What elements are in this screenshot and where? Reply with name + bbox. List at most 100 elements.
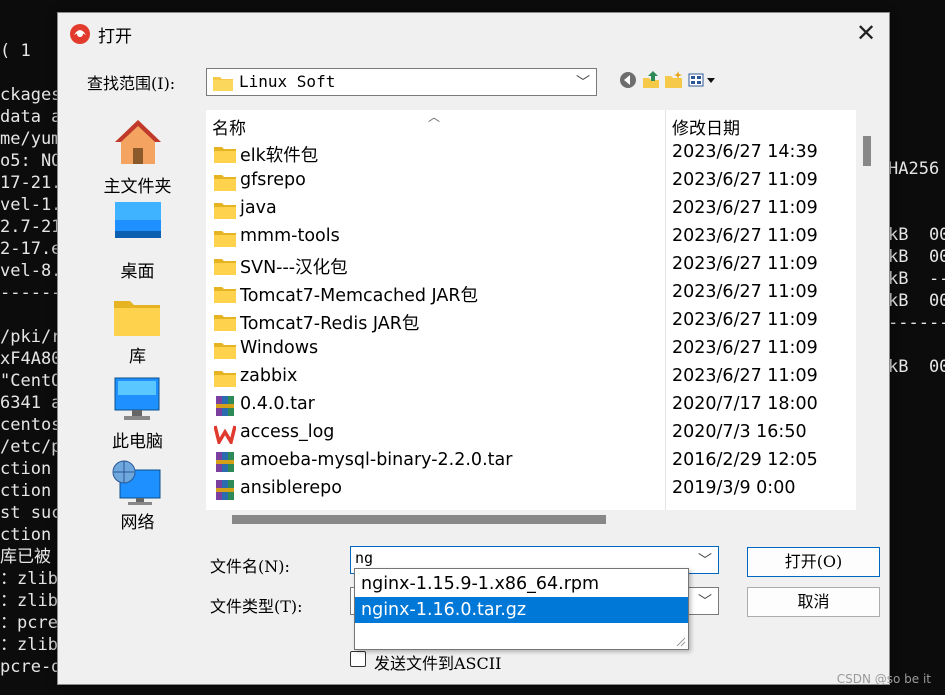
- file-row[interactable]: amoeba-mysql-binary-2.2.0.tar 2016/2/29 1…: [206, 448, 856, 476]
- open-button[interactable]: 打开(O): [747, 547, 880, 577]
- library-folder-icon: [114, 301, 160, 336]
- dialog-title: 打开: [98, 27, 132, 47]
- terminal-line: ：zlib: [0, 591, 58, 611]
- vertical-scrollbar[interactable]: [856, 110, 876, 510]
- file-name: mmm-tools: [240, 226, 340, 246]
- place-label: 网络: [120, 513, 155, 533]
- terminal-line-right: HA256: [888, 159, 940, 179]
- file-row[interactable]: Tomcat7-Memcached JAR包 2023/6/27 11:09: [206, 280, 856, 308]
- file-date: 2020/7/17 18:00: [672, 394, 818, 414]
- close-button[interactable]: ✕: [843, 13, 889, 53]
- terminal-line: st suc: [0, 503, 62, 523]
- place-label: 桌面: [120, 262, 155, 282]
- folder-icon: [214, 287, 236, 303]
- archive-icon: [216, 396, 234, 416]
- new-folder-icon[interactable]: [664, 70, 684, 90]
- place-label: 库: [129, 347, 146, 367]
- close-icon: ✕: [855, 19, 877, 47]
- terminal-line-right: kB 00: [888, 291, 945, 311]
- file-date: 2023/6/27 14:39: [672, 142, 818, 162]
- terminal-line: ( 1: [0, 41, 41, 61]
- places-bar: 主文件夹 桌面 库 此电脑 网络: [76, 110, 199, 533]
- file-name: Windows: [240, 338, 319, 358]
- place-label: 此电脑: [112, 432, 163, 452]
- folder-icon: [214, 147, 236, 163]
- file-row[interactable]: 0.4.0.tar 2020/7/17 18:00: [206, 392, 856, 420]
- terminal-line: /pki/r: [0, 327, 62, 347]
- terminal-line: ：zlib: [0, 635, 58, 655]
- folder-icon: [214, 315, 236, 331]
- look-in-value: Linux Soft: [239, 72, 336, 91]
- file-row[interactable]: elk软件包 2023/6/27 14:39: [206, 140, 856, 168]
- file-date: 2023/6/27 11:09: [672, 226, 818, 246]
- file-row[interactable]: Tomcat7-Redis JAR包 2023/6/27 11:09: [206, 308, 856, 336]
- file-name: java: [240, 198, 277, 218]
- send-ascii-checkbox[interactable]: [350, 651, 366, 667]
- file-date: 2023/6/27 11:09: [672, 366, 818, 386]
- file-name: amoeba-mysql-binary-2.2.0.tar: [240, 450, 513, 470]
- file-date: 2019/3/9 0:00: [672, 478, 796, 498]
- file-name: access_log: [240, 422, 335, 442]
- folder-icon: [214, 175, 236, 191]
- file-name: 0.4.0.tar: [240, 394, 315, 414]
- terminal-line: ction: [0, 481, 62, 501]
- file-row[interactable]: Windows 2023/6/27 11:09: [206, 336, 856, 364]
- horizontal-scrollbar[interactable]: [206, 510, 856, 530]
- title-bar[interactable]: 打开 ✕: [58, 13, 889, 53]
- terminal-line-right: ------: [888, 313, 945, 333]
- folder-icon: [214, 371, 236, 387]
- vertical-scroll-thumb[interactable]: [863, 136, 871, 166]
- network-icon: [112, 460, 161, 505]
- terminal-line-right: kB 00: [888, 357, 945, 377]
- app-logo-icon: [70, 24, 90, 44]
- terminal-line: o5: NO: [0, 151, 62, 171]
- filename-label: 文件名(N):: [210, 557, 290, 576]
- filename-value: ng: [355, 549, 374, 567]
- back-icon[interactable]: [618, 70, 638, 90]
- terminal-line: vel-1.: [0, 195, 62, 215]
- file-name: SVN---汉化包: [240, 258, 348, 278]
- terminal-line: xF4A80: [0, 349, 62, 369]
- chevron-down-icon[interactable]: ﹀: [576, 72, 590, 92]
- file-row[interactable]: java 2023/6/27 11:09: [206, 196, 856, 224]
- terminal-line: ckages: [0, 85, 62, 105]
- filetype-label: 文件类型(T):: [210, 597, 303, 616]
- desktop-icon: [115, 202, 161, 238]
- chevron-down-icon[interactable]: ﹀: [698, 591, 712, 611]
- send-ascii-label: 发送文件到ASCII: [374, 654, 502, 673]
- resize-grip-icon[interactable]: [674, 635, 686, 647]
- file-row[interactable]: zabbix 2023/6/27 11:09: [206, 364, 856, 392]
- terminal-line: data a: [0, 107, 62, 127]
- horizontal-scroll-thumb[interactable]: [232, 515, 606, 524]
- archive-icon: [216, 480, 234, 500]
- file-name: elk软件包: [240, 146, 319, 166]
- home-icon: [115, 120, 161, 164]
- terminal-line: 17-21.: [0, 173, 62, 193]
- file-row[interactable]: SVN---汉化包 2023/6/27 11:09: [206, 252, 856, 280]
- file-row[interactable]: mmm-tools 2023/6/27 11:09: [206, 224, 856, 252]
- file-date: 2023/6/27 11:09: [672, 282, 818, 302]
- terminal-line: ction: [0, 525, 62, 545]
- sort-ascending-icon: ︿: [428, 110, 441, 124]
- view-menu-icon[interactable]: [687, 70, 719, 90]
- column-header-name[interactable]: 名称: [212, 114, 246, 139]
- autocomplete-item-selected[interactable]: nginx-1.16.0.tar.gz: [355, 597, 688, 623]
- terminal-line: 2-17.e: [0, 239, 62, 259]
- cancel-button[interactable]: 取消: [747, 587, 880, 617]
- folder-icon: [213, 77, 233, 91]
- autocomplete-item[interactable]: nginx-1.15.9-1.x86_64.rpm: [355, 571, 688, 597]
- look-in-combo[interactable]: Linux Soft ﹀: [206, 68, 597, 96]
- terminal-line: vel-8.: [0, 261, 62, 281]
- terminal-line: "CentO: [0, 371, 62, 391]
- file-row[interactable]: gfsrepo 2023/6/27 11:09: [206, 168, 856, 196]
- column-header-date[interactable]: 修改日期: [672, 114, 740, 139]
- file-list[interactable]: ︿ 名称 修改日期 elk软件包 2023/6/27 14:39 gfsrepo 20…: [206, 110, 856, 510]
- folder-icon: [214, 231, 236, 247]
- file-date: 2016/2/29 12:05: [672, 450, 818, 470]
- file-name: ansiblerepo: [240, 478, 342, 498]
- chevron-down-icon[interactable]: ﹀: [698, 550, 712, 570]
- file-row[interactable]: ansiblerepo 2019/3/9 0:00: [206, 476, 856, 504]
- file-row[interactable]: access_log 2020/7/3 16:50: [206, 420, 856, 448]
- file-name: gfsrepo: [240, 170, 306, 190]
- up-folder-icon[interactable]: [641, 70, 661, 90]
